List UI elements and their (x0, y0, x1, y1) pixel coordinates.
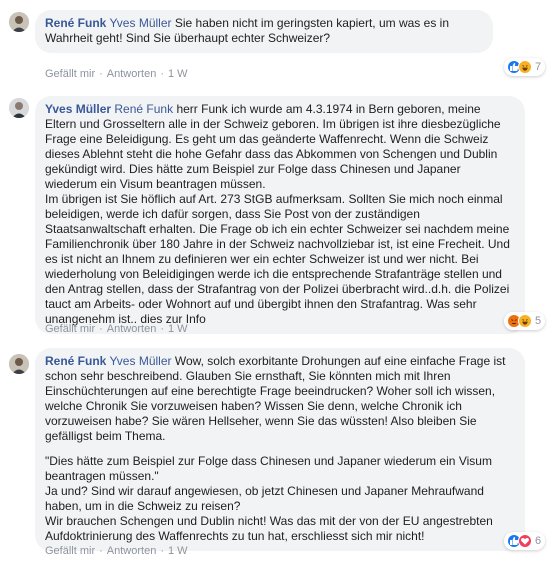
comment-text: Sie haben nicht im geringsten kapiert, u… (45, 16, 449, 45)
like-link[interactable]: Gefällt mir (45, 545, 95, 557)
comment-bubble: René Funk Yves Müller Sie haben nicht im… (35, 10, 493, 53)
reaction-summary[interactable]: 5 (504, 312, 546, 330)
comment-bubble: René Funk Yves Müller Wow, solch exorbit… (35, 348, 525, 551)
love-icon (518, 534, 532, 548)
comment-mention[interactable]: Yves Müller (109, 16, 171, 30)
avatar[interactable] (9, 98, 29, 118)
comment-author[interactable]: René Funk (45, 16, 106, 30)
reply-link[interactable]: Antworten (107, 323, 157, 335)
comment-author[interactable]: Yves Müller (45, 102, 111, 116)
haha-icon (518, 314, 532, 328)
avatar[interactable] (9, 354, 29, 374)
haha-icon (518, 60, 532, 74)
comment-bubble: Yves Müller René Funk herr Funk ich wurd… (35, 96, 525, 334)
reaction-count: 7 (535, 61, 542, 73)
reaction-count: 6 (535, 535, 542, 547)
reply-link[interactable]: Antworten (107, 545, 157, 557)
like-link[interactable]: Gefällt mir (45, 68, 95, 80)
comment-actions: Gefällt mir · Antworten · 1 W (45, 545, 188, 557)
timestamp[interactable]: 1 W (168, 323, 188, 335)
reply-link[interactable]: Antworten (107, 68, 157, 80)
reaction-count: 5 (535, 315, 542, 327)
reaction-summary[interactable]: 6 (504, 532, 546, 550)
comment-text: "Dies hätte zum Beispiel zur Folge dass … (45, 454, 493, 543)
avatar[interactable] (9, 12, 29, 32)
comment-actions: Gefällt mir · Antworten · 1 W (45, 323, 188, 335)
timestamp[interactable]: 1 W (168, 545, 188, 557)
comment-mention[interactable]: René Funk (114, 102, 173, 116)
comment-text: herr Funk ich wurde am 4.3.1974 in Bern … (45, 102, 510, 326)
comment-actions: Gefällt mir · Antworten · 1 W (45, 68, 188, 80)
reaction-summary[interactable]: 7 (504, 58, 546, 76)
timestamp[interactable]: 1 W (168, 68, 188, 80)
like-link[interactable]: Gefällt mir (45, 323, 95, 335)
comment-mention[interactable]: Yves Müller (109, 354, 171, 368)
comment-author[interactable]: René Funk (45, 354, 106, 368)
